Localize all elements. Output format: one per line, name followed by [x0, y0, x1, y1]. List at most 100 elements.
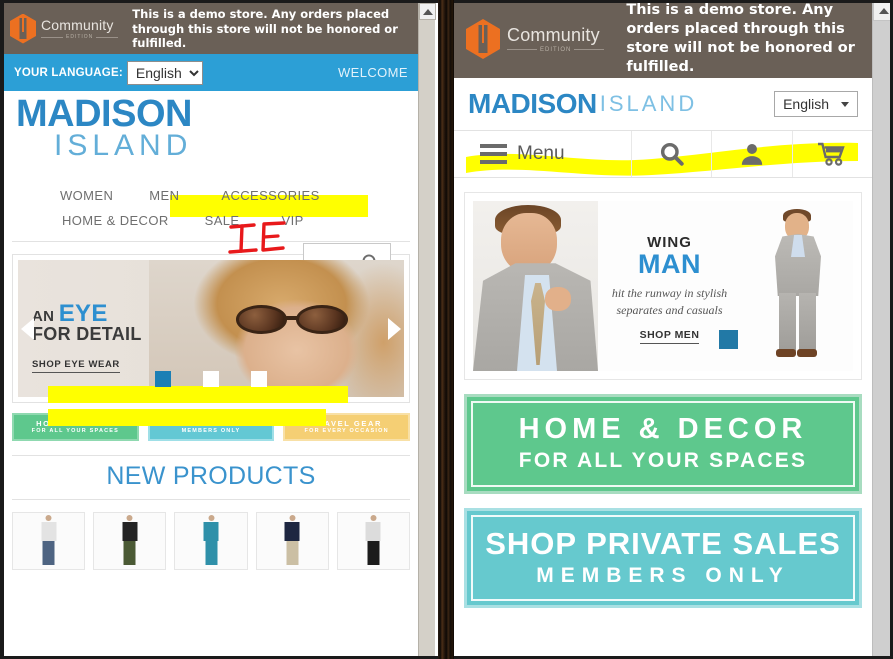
wingman-right-model-photo	[741, 201, 853, 371]
nav-item-women[interactable]: WOMEN	[60, 188, 113, 203]
promo-tile-title: TRAVEL GEAR	[311, 418, 383, 428]
main-navigation: WOMEN MEN ACCESSORIES HOME & DECOR SALE …	[4, 183, 418, 426]
promo-tile-private-sales[interactable]: SHOP PRIVATE SALES MEMBERS ONLY	[147, 413, 275, 441]
menu-icon	[480, 144, 507, 164]
magento-logo-edition: EDITION	[41, 34, 118, 40]
chevron-up-icon	[422, 8, 433, 15]
mobile-search-button[interactable]	[632, 131, 713, 177]
language-label: YOUR LANGUAGE:	[14, 66, 123, 79]
carousel-line1-small: AN	[32, 308, 55, 325]
carousel-line2: FOR DETAIL	[32, 324, 142, 344]
nav-divider	[12, 241, 410, 242]
chevron-down-icon	[841, 101, 849, 107]
magento-logo-edition: EDITION	[507, 47, 604, 53]
desktop-page-content: Community EDITION This is a demo store. …	[4, 3, 418, 656]
mobile-browser-panel: Community EDITION This is a demo store. …	[454, 0, 893, 659]
wingman-line2: MAN	[638, 249, 701, 280]
new-products-grid	[12, 512, 411, 570]
language-bar: YOUR LANGUAGE: English WELCOME	[4, 54, 418, 91]
logo-madison: MADISON	[16, 93, 192, 135]
nav-row-1: WOMEN MEN ACCESSORIES	[4, 183, 418, 208]
mobile-panel-scrollbar[interactable]	[872, 0, 893, 659]
carousel-dot[interactable]	[203, 371, 219, 387]
carousel-prev-arrow[interactable]	[21, 317, 34, 340]
demo-notice-text: This is a demo store. Any orders placed …	[626, 2, 855, 75]
logo-madison: MADISON	[468, 88, 597, 119]
nav-item-home-decor[interactable]: HOME & DECOR	[62, 213, 169, 228]
magento-hex-icon	[466, 19, 500, 59]
logo-island: ISLAND	[599, 91, 698, 116]
cart-icon	[816, 141, 848, 167]
product-thumbnail[interactable]	[336, 512, 411, 570]
scroll-up-button[interactable]	[873, 0, 893, 21]
demo-notice-text: This is a demo store. Any orders placed …	[132, 7, 398, 50]
chevron-up-icon	[878, 7, 889, 14]
promo-tile-home-decor[interactable]: HOME & DECOR FOR ALL YOUR SPACES	[12, 413, 139, 441]
product-thumbnail[interactable]	[174, 512, 248, 570]
carousel-dot[interactable]	[251, 371, 267, 387]
demo-store-notice-bar: Community EDITION This is a demo store. …	[4, 3, 418, 54]
wingman-left-model-photo	[473, 201, 598, 371]
wingman-accent-square	[719, 330, 738, 349]
magento-logo-name: Community	[507, 24, 600, 45]
banner-private-sales[interactable]: SHOP PRIVATE SALES MEMBERS ONLY	[464, 508, 862, 608]
menu-label: Menu	[517, 143, 565, 164]
mobile-cart-button[interactable]	[793, 131, 872, 177]
store-header: MADISON ISLAND ACCOUNT CART	[4, 91, 418, 281]
new-products-divider-bottom	[12, 499, 410, 500]
carousel-cta-link[interactable]: SHOP EYE WEAR	[32, 359, 120, 373]
product-thumbnail[interactable]	[93, 512, 167, 570]
store-logo[interactable]: MADISON ISLAND	[16, 93, 193, 162]
hero-carousel-frame: AN EYE FOR DETAIL SHOP EYE WEAR	[12, 254, 410, 403]
hero-carousel[interactable]: AN EYE FOR DETAIL SHOP EYE WEAR	[18, 260, 404, 397]
banner-line1: HOME & DECOR	[518, 413, 808, 446]
promo-tile-title: HOME & DECOR	[36, 418, 115, 428]
search-icon	[659, 141, 685, 167]
banner-line1: SHOP PRIVATE SALES	[485, 526, 841, 562]
magento-community-logo-mobile: Community EDITION	[466, 19, 604, 59]
banner-line2: FOR ALL YOUR SPACES	[518, 449, 808, 473]
mobile-page-content: Community EDITION This is a demo store. …	[454, 0, 872, 659]
welcome-text: WELCOME	[338, 65, 408, 80]
banner-home-decor[interactable]: HOME & DECOR FOR ALL YOUR SPACES	[464, 394, 862, 494]
scroll-up-button[interactable]	[419, 3, 436, 20]
wingman-banner: WING MAN hit the runway in stylish separ…	[473, 201, 853, 371]
product-thumbnail[interactable]	[12, 512, 86, 570]
wingman-tagline: hit the runway in stylish separates and …	[611, 286, 728, 317]
language-select[interactable]: English	[126, 60, 203, 85]
handwritten-annotation-ie	[228, 221, 286, 254]
promo-tile-subtitle: FOR ALL YOUR SPACES	[31, 427, 120, 434]
magento-logo-name: Community	[41, 16, 114, 33]
language-selected-value: English	[783, 96, 829, 112]
nav-row-2: HOME & DECOR SALE VIP	[4, 208, 418, 233]
mobile-account-button[interactable]	[712, 131, 793, 177]
demo-store-notice-bar-mobile: Community EDITION This is a demo store. …	[454, 0, 872, 78]
nav-item-men[interactable]: MEN	[149, 188, 179, 203]
carousel-caption: AN EYE FOR DETAIL SHOP EYE WEAR	[32, 300, 142, 373]
desktop-browser-panel: Community EDITION This is a demo store. …	[0, 0, 438, 659]
promo-tile-subtitle: FOR EVERY OCCASION	[304, 427, 389, 434]
carousel-dot[interactable]	[155, 371, 171, 387]
promo-tile-subtitle: MEMBERS ONLY	[181, 427, 241, 434]
language-select-mobile[interactable]: English	[774, 91, 858, 117]
wingman-cta-link[interactable]: SHOP MEN	[639, 329, 700, 344]
mobile-store-header: MADISON ISLAND English	[454, 78, 872, 130]
new-products-heading: NEW PRODUCTS	[106, 462, 316, 490]
account-icon	[739, 142, 765, 166]
product-thumbnail[interactable]	[255, 512, 329, 570]
screenshot-root: Community EDITION This is a demo store. …	[0, 0, 893, 659]
sunglasses-graphic	[235, 305, 348, 334]
promo-tile-title: SHOP PRIVATE SALES	[155, 418, 267, 428]
carousel-line1-big: EYE	[58, 300, 108, 327]
nav-item-accessories[interactable]: ACCESSORIES	[221, 188, 319, 203]
carousel-next-arrow[interactable]	[388, 317, 401, 340]
banner-line2: MEMBERS ONLY	[536, 564, 790, 588]
logo-island: ISLAND	[54, 128, 193, 162]
carousel-pagination	[155, 371, 267, 387]
wingman-banner-card[interactable]: WING MAN hit the runway in stylish separ…	[464, 192, 862, 380]
magento-hex-icon	[10, 13, 36, 44]
mobile-menu-button[interactable]: Menu	[454, 131, 632, 177]
desktop-panel-scrollbar[interactable]	[418, 3, 436, 656]
promo-tile-travel-gear[interactable]: TRAVEL GEAR FOR EVERY OCCASION	[283, 413, 411, 441]
promo-tiles: HOME & DECOR FOR ALL YOUR SPACES SHOP PR…	[12, 413, 411, 441]
